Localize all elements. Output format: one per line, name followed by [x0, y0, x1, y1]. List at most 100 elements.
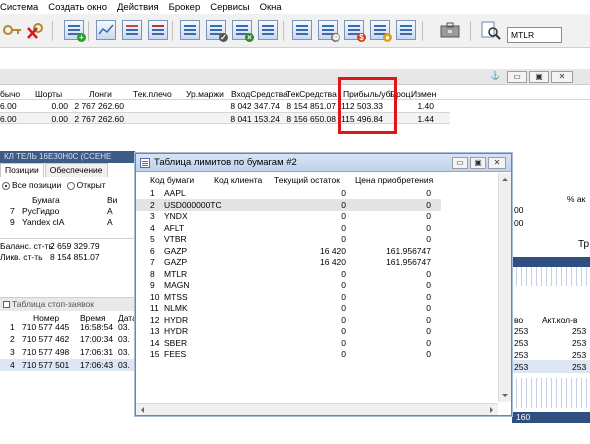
- disconnect-icon[interactable]: [26, 20, 46, 40]
- col-header[interactable]: Измен: [411, 88, 436, 100]
- col-header-price[interactable]: Цена приобретения: [355, 174, 433, 186]
- stock-code: AAPL: [164, 188, 186, 198]
- stock-code: MTSS: [164, 291, 188, 302]
- col-header[interactable]: ТекСредства: [286, 88, 337, 100]
- minimize-button[interactable]: ▭: [452, 157, 468, 169]
- table-row[interactable]: 2 USD000000TC 0 0: [136, 198, 441, 211]
- positions-panel: Позиции Обеспечение Все позиции Открыт Б…: [0, 163, 135, 297]
- table-row[interactable]: 12 HYDR 0 0: [136, 314, 441, 326]
- briefcase-icon[interactable]: [440, 20, 460, 40]
- cell: 253: [514, 326, 529, 336]
- row-number: 5: [150, 234, 155, 244]
- transactions-icon[interactable]: [180, 20, 200, 40]
- ticker-input[interactable]: MTLR: [507, 27, 562, 43]
- menu-create-window[interactable]: Создать окно: [43, 2, 112, 13]
- positions-icon[interactable]: [258, 20, 278, 40]
- table-row[interactable]: 7 GAZP 16 420 161.956747: [136, 256, 441, 268]
- row-number: 9: [150, 280, 155, 290]
- limits-icon[interactable]: ✓: [206, 20, 228, 42]
- col-header-code[interactable]: Код бумаги: [150, 174, 194, 186]
- close-button[interactable]: ✕: [488, 157, 506, 169]
- menu-system[interactable]: Система: [0, 2, 43, 13]
- radio-all-positions[interactable]: Все позиции: [2, 180, 61, 190]
- cell: 03.: [118, 322, 130, 332]
- search-icon[interactable]: [481, 20, 501, 40]
- table-row[interactable]: 14 SBER 0 0: [136, 337, 441, 349]
- radio-label: Все позиции: [12, 180, 62, 190]
- table-row[interactable]: 3 710 577 498 17:06:31 03.: [0, 346, 135, 358]
- purchase-price: 0: [426, 314, 431, 325]
- maximize-button[interactable]: ▣: [529, 71, 549, 83]
- col-header[interactable]: Тек.плечо: [133, 88, 172, 100]
- menu-bar: Система Создать окно Действия Брокер Сер…: [0, 0, 590, 14]
- current-rest: 0: [341, 337, 346, 348]
- col-header[interactable]: % ак: [567, 193, 585, 205]
- stock-code: GAZP: [164, 245, 188, 256]
- stop-orders-icon: [3, 301, 10, 308]
- row-number: 14: [150, 337, 160, 348]
- table-row[interactable]: 10 MTSS 0 0: [136, 291, 441, 303]
- table-row[interactable]: 9 MAGN 0 0: [136, 279, 441, 291]
- table-row[interactable]: 2 710 577 462 17:00:34 03.: [0, 333, 135, 345]
- table-row[interactable]: 11 NLMK 0 0: [136, 302, 441, 314]
- table-row[interactable]: 6 GAZP 16 420 161.956747: [136, 245, 441, 257]
- tab-positions[interactable]: Позиции: [0, 163, 44, 177]
- cell: 6.00: [0, 114, 17, 124]
- cell: 2: [10, 334, 15, 344]
- col-header-rest[interactable]: Текущий остаток: [274, 174, 340, 186]
- minimize-button[interactable]: ▭: [507, 71, 527, 83]
- table-row[interactable]: 5 VTBR 0 0: [136, 233, 441, 245]
- table-row[interactable]: 4 AFLT 0 0: [136, 222, 441, 234]
- positions-titlebar: КЛ ТЕЛЬ 16ЕЗ0Н0С (ССЕНЕ: [0, 151, 135, 163]
- portfolio-icon[interactable]: ⌚: [318, 20, 341, 42]
- table-row[interactable]: 4 710 577 501 17:06:43 03.: [0, 359, 135, 371]
- quotes-icon[interactable]: [122, 20, 142, 40]
- cell: 710 577 462: [22, 334, 70, 344]
- row-number: 10: [150, 291, 160, 302]
- orders-icon[interactable]: [148, 20, 168, 40]
- table-row[interactable]: 8 MTLR 0 0: [136, 268, 441, 280]
- col-header[interactable]: бычо: [0, 88, 20, 100]
- menu-services[interactable]: Сервисы: [205, 2, 254, 13]
- table-row[interactable]: 1 710 577 445 16:58:54 03.: [0, 321, 135, 333]
- coins-icon[interactable]: ●: [370, 20, 392, 42]
- new-table-icon[interactable]: +: [64, 20, 86, 42]
- purchase-price: 161.956747: [386, 245, 431, 256]
- highlight-annotation: [338, 77, 397, 134]
- table-row[interactable]: 1 AAPL 0 0: [136, 187, 441, 199]
- list-item[interactable]: 9 Yandex clA A: [0, 216, 134, 228]
- col-header[interactable]: Ур.маржи: [186, 88, 224, 100]
- scrollbar-h[interactable]: [512, 257, 590, 267]
- col-header-client[interactable]: Код клиента: [214, 174, 262, 186]
- stop-orders-title: Таблица стоп-заявок: [12, 299, 94, 309]
- menu-windows[interactable]: Окна: [255, 2, 287, 13]
- table-row[interactable]: 15 FEES 0 0: [136, 348, 441, 360]
- close-button[interactable]: ✕: [551, 71, 573, 83]
- col-header[interactable]: Лонги: [89, 88, 112, 100]
- money-icon[interactable]: $: [344, 20, 366, 42]
- key-icon[interactable]: [2, 20, 22, 40]
- maximize-button[interactable]: ▣: [470, 157, 486, 169]
- pin-button[interactable]: ⚓: [485, 71, 505, 83]
- tab-collateral[interactable]: Обеспечение: [44, 163, 108, 177]
- row-number: 11: [150, 303, 159, 313]
- stock-code: MAGN: [164, 280, 190, 290]
- menu-broker[interactable]: Брокер: [164, 2, 206, 13]
- list-icon[interactable]: [396, 20, 416, 40]
- col-header[interactable]: ВходСредства: [231, 88, 288, 100]
- horizontal-scrollbar[interactable]: [136, 403, 498, 415]
- radio-open-positions[interactable]: Открыт: [66, 180, 106, 190]
- col-header[interactable]: Шорты: [35, 88, 62, 100]
- cell: 17:06:31: [80, 347, 114, 357]
- table-row[interactable]: 3 YNDX 0 0: [136, 210, 441, 222]
- current-rest: 16 420: [320, 245, 346, 256]
- trades-icon[interactable]: [292, 20, 312, 40]
- row-number: 7: [150, 257, 155, 267]
- chart-icon[interactable]: [96, 20, 116, 40]
- vertical-scrollbar[interactable]: [498, 173, 511, 402]
- current-rest: 0: [341, 268, 346, 279]
- limits-dialog-titlebar[interactable]: Таблица лимитов по бумагам #2 ▭ ▣ ✕: [136, 154, 511, 172]
- export-icon[interactable]: ×: [232, 20, 254, 42]
- table-row[interactable]: 13 HYDR 0 0: [136, 325, 441, 337]
- menu-actions[interactable]: Действия: [112, 2, 164, 13]
